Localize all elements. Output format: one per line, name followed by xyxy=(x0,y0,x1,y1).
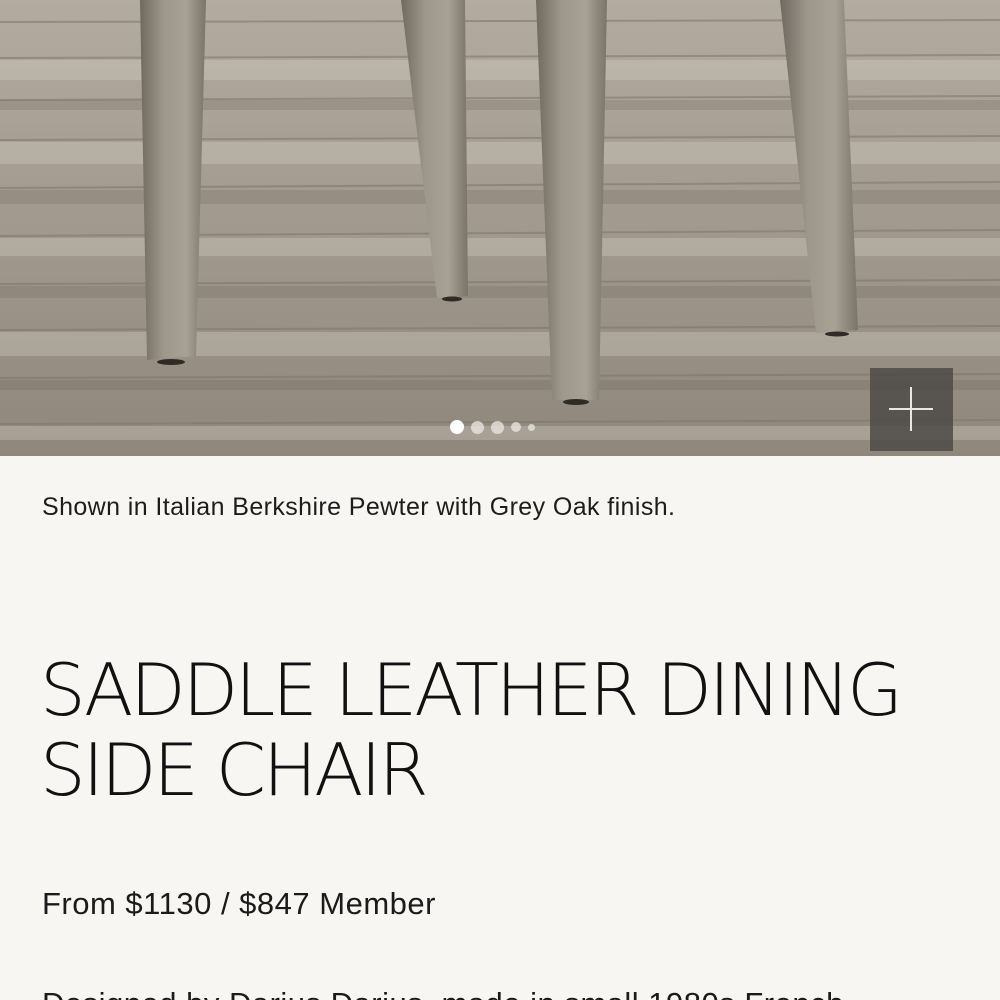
carousel-dot-3[interactable] xyxy=(491,420,504,434)
image-caption: Shown in Italian Berkshire Pewter with G… xyxy=(42,493,676,521)
product-hero-image[interactable] xyxy=(0,0,1000,456)
plus-icon-stroke xyxy=(910,387,912,431)
product-description: Designed by Darius Darius, made in small… xyxy=(42,986,1000,1000)
image-carousel-dots xyxy=(450,420,542,434)
carousel-dot-4[interactable] xyxy=(511,422,521,432)
product-title: SADDLE LEATHER DINING SIDE CHAIR xyxy=(40,650,960,810)
carousel-dot-5[interactable] xyxy=(528,423,535,431)
carousel-dot-1[interactable] xyxy=(450,420,464,434)
carousel-dot-2[interactable] xyxy=(471,420,484,434)
product-price: From $1130 / $847 Member xyxy=(42,886,436,921)
zoom-image-button[interactable] xyxy=(870,368,953,451)
product-page: Shown in Italian Berkshire Pewter with G… xyxy=(0,0,1000,1000)
product-title-line-2: SIDE CHAIR xyxy=(40,728,429,812)
floor-and-chair-legs-illustration xyxy=(0,0,1000,456)
product-title-line-1: SADDLE LEATHER DINING xyxy=(40,648,903,732)
